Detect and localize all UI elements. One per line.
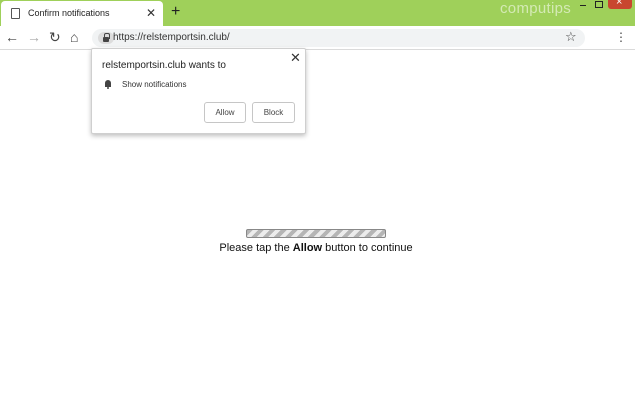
message-bold: Allow <box>292 242 323 254</box>
new-tab-button[interactable]: + <box>171 3 180 21</box>
menu-dots-icon[interactable]: ⋮ <box>615 30 627 44</box>
bell-icon <box>104 80 112 89</box>
maximize-button[interactable] <box>592 0 604 8</box>
close-tab-icon[interactable]: ✕ <box>146 6 156 20</box>
block-button[interactable]: Block <box>252 102 295 123</box>
message-before: Please tap the <box>219 242 293 254</box>
url-text[interactable]: https://relstemportsin.club/ <box>113 32 230 43</box>
permission-label: Show notifications <box>122 80 187 89</box>
lock-icon[interactable] <box>98 32 114 44</box>
browser-title-bar: Confirm notifications ✕ + computips <box>0 0 635 26</box>
close-icon[interactable]: ✕ <box>290 51 301 65</box>
address-bar[interactable]: https://relstemportsin.club/ ☆ <box>92 29 585 47</box>
browser-toolbar: ← → ↻ ⌂ https://relstemportsin.club/ ☆ ⋮ <box>0 26 635 50</box>
reload-icon[interactable]: ↻ <box>49 29 61 45</box>
forward-arrow-icon[interactable]: → <box>27 29 41 45</box>
popup-title: relstemportsin.club wants to <box>102 60 226 71</box>
tab-title: Confirm notifications <box>28 8 110 18</box>
allow-button[interactable]: Allow <box>204 102 246 123</box>
message-after: button to continue <box>322 242 413 254</box>
instruction-message: Please tap the Allow button to continue <box>0 242 632 254</box>
home-icon[interactable]: ⌂ <box>70 29 78 45</box>
close-window-button[interactable] <box>608 0 632 9</box>
minimize-button[interactable] <box>577 0 589 8</box>
watermark: computips <box>500 0 572 17</box>
bookmark-star-icon[interactable]: ☆ <box>565 29 577 45</box>
loading-progress-bar <box>246 229 386 238</box>
notification-permission-popup: ✕ relstemportsin.club wants to Show noti… <box>91 48 306 134</box>
page-icon <box>11 8 20 19</box>
back-arrow-icon[interactable]: ← <box>5 29 19 45</box>
tab-confirm-notifications[interactable]: Confirm notifications ✕ <box>1 1 163 26</box>
